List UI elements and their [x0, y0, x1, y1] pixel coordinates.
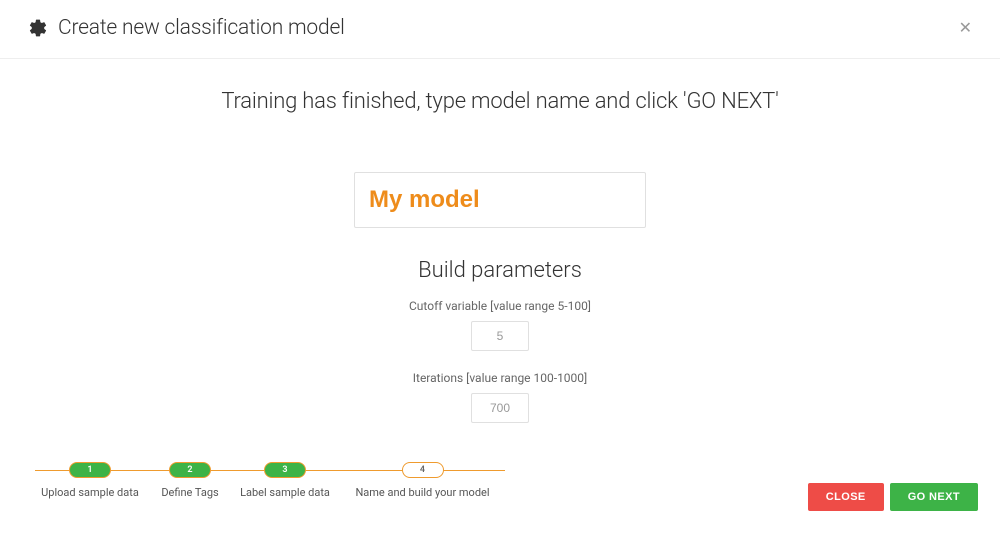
- iterations-input[interactable]: [471, 393, 529, 423]
- dialog-title: Create new classification model: [58, 16, 345, 40]
- close-button[interactable]: CLOSE: [808, 483, 884, 511]
- iterations-label: Iterations [value range 100-1000]: [0, 371, 1000, 385]
- step-pill: 1: [69, 462, 111, 478]
- step-1[interactable]: 1 Upload sample data: [35, 462, 145, 499]
- step-label: Label sample data: [240, 486, 330, 499]
- step-pill: 2: [169, 462, 211, 478]
- gears-icon: [28, 18, 48, 38]
- model-name-input[interactable]: [354, 172, 646, 228]
- step-label: Upload sample data: [41, 486, 139, 499]
- close-icon[interactable]: ✕: [959, 20, 972, 36]
- main-content: Training has finished, type model name a…: [0, 59, 1000, 423]
- wizard-stepper: 1 Upload sample data 2 Define Tags 3 Label sa…: [35, 462, 505, 499]
- instruction-text: Training has finished, type model name a…: [0, 89, 1000, 114]
- go-next-button[interactable]: GO NEXT: [890, 483, 978, 511]
- step-2[interactable]: 2 Define Tags: [150, 462, 230, 499]
- step-label: Name and build your model: [355, 486, 489, 499]
- step-label: Define Tags: [161, 486, 218, 499]
- dialog-header: Create new classification model ✕: [0, 0, 1000, 59]
- cutoff-label: Cutoff variable [value range 5-100]: [0, 299, 1000, 313]
- step-pill: 3: [264, 462, 306, 478]
- step-4[interactable]: 4 Name and build your model: [340, 462, 505, 499]
- step-pill: 4: [402, 462, 444, 478]
- build-parameters-heading: Build parameters: [0, 258, 1000, 283]
- step-3[interactable]: 3 Label sample data: [235, 462, 335, 499]
- cutoff-input[interactable]: [471, 321, 529, 351]
- footer-buttons: CLOSE GO NEXT: [808, 483, 978, 511]
